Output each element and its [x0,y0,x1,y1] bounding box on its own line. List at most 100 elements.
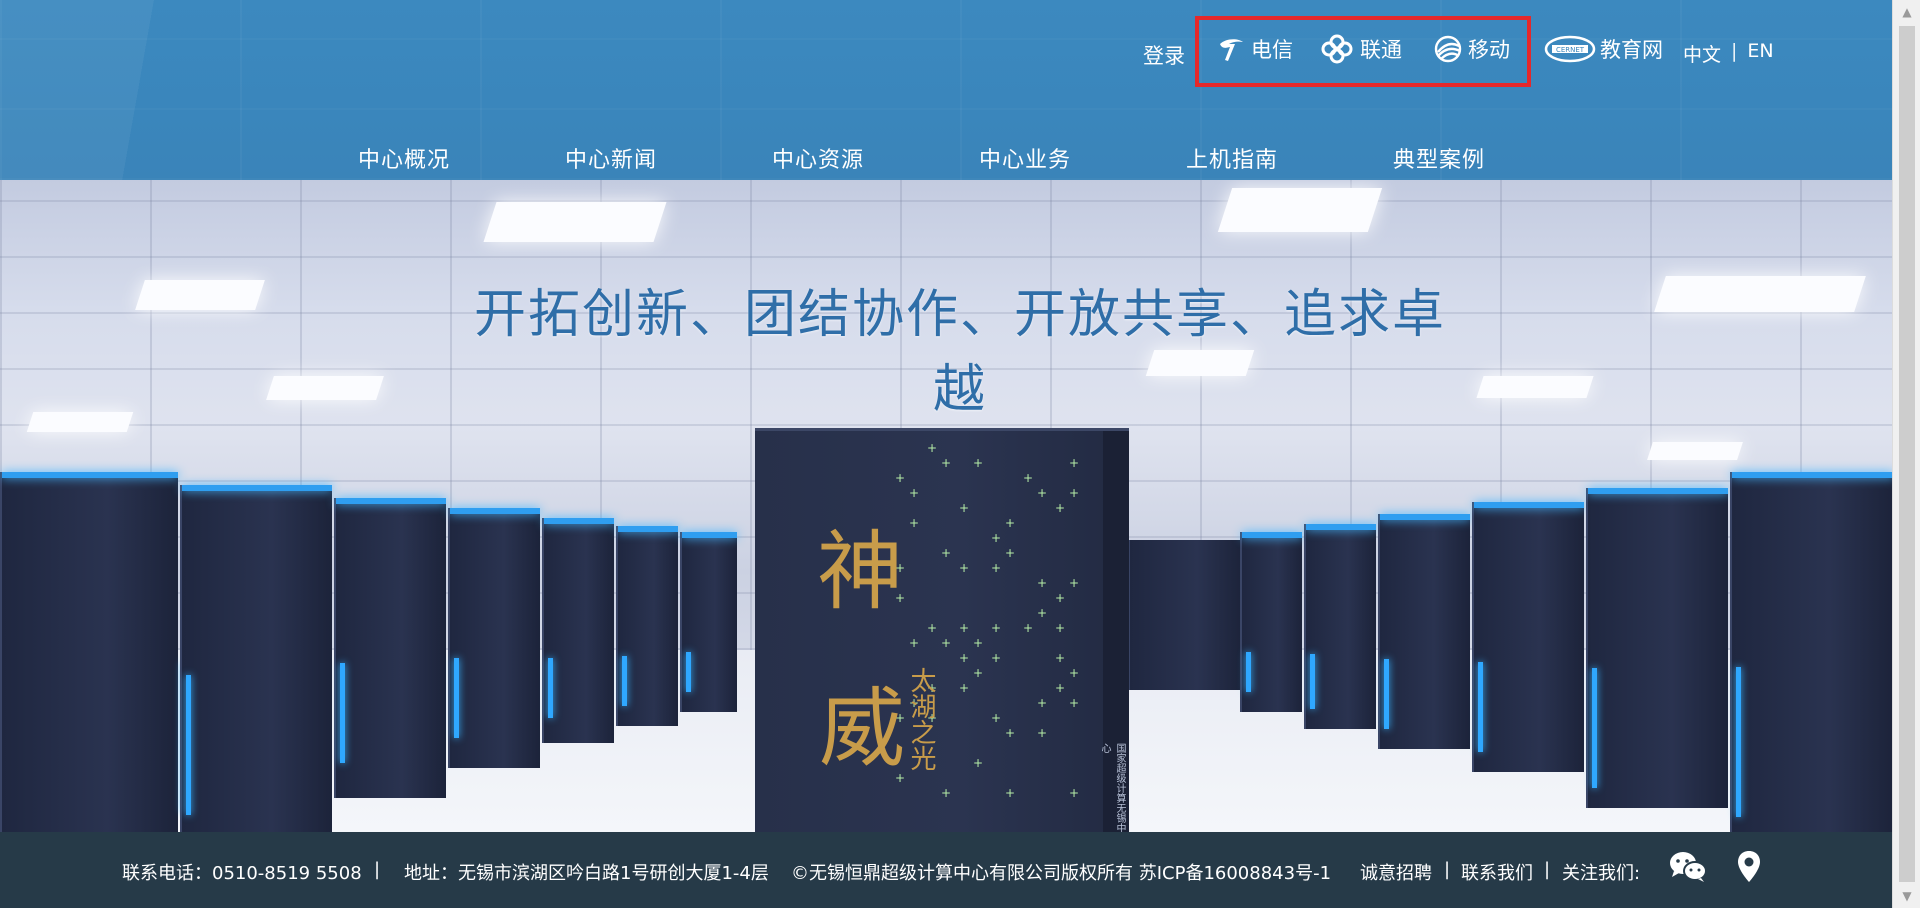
cabinet-star: + [927,441,938,455]
cernet-logo-icon: CERNET [1544,33,1596,65]
china-unicom-logo-icon [1318,33,1356,65]
cabinet-star: + [1037,696,1048,710]
cernet-link[interactable]: CERNET 教育网 [1544,33,1663,65]
server-rack [680,532,737,712]
cabinet-star: + [991,651,1002,665]
cabinet-star: + [973,456,984,470]
cabinet-title-char-1: 神 [817,522,903,622]
cabinet-star: + [1005,516,1016,530]
cabinet-star: + [1005,726,1016,740]
nav-item-resources[interactable]: 中心资源 [772,142,864,174]
cabinet-star: + [1069,576,1080,590]
cabinet-star: + [1069,786,1080,800]
server-rack [1586,488,1728,808]
lang-en-link[interactable]: EN [1747,40,1773,67]
isp-mobile-link[interactable]: 移动 [1432,33,1510,65]
server-rack [448,508,540,768]
cabinet-star: + [1037,726,1048,740]
cabinet-star: + [895,471,906,485]
cabinet-star: + [991,561,1002,575]
cabinet-star: + [1055,501,1066,515]
wechat-icon[interactable] [1668,850,1708,889]
footer-separator: | [374,859,381,880]
footer-copyright: ©无锡恒鼎超级计算中心有限公司版权所有 苏ICP备16008843号-1 [791,863,1332,884]
location-pin-icon[interactable] [1737,850,1761,889]
ceiling-light [483,202,667,242]
cabinet-star: + [959,681,970,695]
cabinet-star: + [959,651,970,665]
server-rack [542,518,614,743]
server-rack [616,526,678,726]
server-rack [1378,514,1470,749]
lang-zh-link[interactable]: 中文 [1683,40,1721,67]
server-rack [1128,540,1242,690]
cabinet-star: + [1069,696,1080,710]
cabinet-subtitle: 太湖之光 [906,667,936,771]
login-link[interactable]: 登录 [1143,40,1185,70]
ceiling-light [1654,276,1866,312]
server-rack [180,485,332,832]
nav-item-guide[interactable]: 上机指南 [1186,142,1278,174]
cabinet-star: + [973,756,984,770]
cabinet-star: + [1037,486,1048,500]
scroll-up-arrow-icon[interactable]: ▲ [1893,0,1920,24]
cabinet-star: + [909,636,920,650]
language-switcher: 中文 | EN [1683,40,1774,67]
lang-separator: | [1731,40,1738,62]
footer-address: 地址：无锡市滨湖区吟白路1号研创大厦1-4层 [404,863,769,884]
nav-item-news[interactable]: 中心新闻 [565,142,657,174]
scroll-down-arrow-icon[interactable]: ▼ [1893,884,1920,908]
site-header: 登录 电信 联通 移动 CERNET 教育网 中文 | EN 中心概况 中心新闻… [0,0,1892,180]
isp-telecom-link[interactable]: 电信 [1215,33,1293,65]
cabinet-star: + [973,636,984,650]
cabinet-star: + [1023,621,1034,635]
china-mobile-logo-icon [1432,33,1464,65]
server-rack [334,498,446,798]
sunway-cabinet: + + + + + + + + + + + + + + + + + + + + + + + + + + + + + + + + + + + + + + + +… [755,428,1129,832]
cabinet-star: + [991,531,1002,545]
isp-unicom-label: 联通 [1360,38,1402,62]
cabinet-title-char-2: 威 [819,679,905,779]
cabinet-star: + [927,621,938,635]
footer-follow-label: 关注我们: [1562,863,1641,884]
ceiling-light [135,280,265,310]
cabinet-star: + [1055,681,1066,695]
scrollbar-thumb[interactable] [1899,26,1915,882]
ceiling-light [1217,188,1383,232]
server-rack [1730,472,1892,832]
hero-slogan: 开拓创新、团结协作、开放共享、追求卓越 [473,285,1446,420]
cabinet-star: + [991,621,1002,635]
nav-item-overview[interactable]: 中心概况 [358,142,450,174]
nav-item-business[interactable]: 中心业务 [979,142,1071,174]
isp-mobile-label: 移动 [1468,38,1510,62]
isp-unicom-link[interactable]: 联通 [1318,33,1402,65]
ceiling-light [1647,442,1743,460]
cabinet-star: + [1055,621,1066,635]
cabinet-star: + [1055,591,1066,605]
page: 登录 电信 联通 移动 CERNET 教育网 中文 | EN 中心概况 中心新闻… [0,0,1892,908]
server-rack [1472,502,1584,772]
footer-phone: 联系电话：0510-8519 5508 [122,863,362,884]
footer-recruit-link[interactable]: 诚意招聘 [1360,859,1432,885]
server-rack [0,472,187,832]
svg-text:CERNET: CERNET [1556,46,1585,54]
footer-separator: | [1444,859,1451,880]
vertical-scrollbar[interactable]: ▲ ▼ [1892,0,1920,908]
footer-contact-link[interactable]: 联系我们 [1461,859,1533,885]
ceiling-light [1476,376,1594,398]
cabinet-star: + [1023,471,1034,485]
cabinet-vertical-text: 国家超级计算无锡中心 [1099,743,1125,832]
nav-item-cases[interactable]: 典型案例 [1393,142,1485,174]
main-nav: 中心概况 中心新闻 中心资源 中心业务 上机指南 典型案例 [0,142,1892,178]
cabinet-star: + [1037,576,1048,590]
cabinet-star: + [1069,456,1080,470]
cabinet-star: + [941,456,952,470]
china-telecom-logo-icon [1215,33,1247,65]
cabinet-star: + [941,786,952,800]
cabinet-star: + [973,666,984,680]
ceiling-light [266,376,384,400]
cabinet-star: + [959,621,970,635]
cabinet-star: + [1005,786,1016,800]
server-rack [1304,524,1376,729]
cabinet-star: + [909,486,920,500]
